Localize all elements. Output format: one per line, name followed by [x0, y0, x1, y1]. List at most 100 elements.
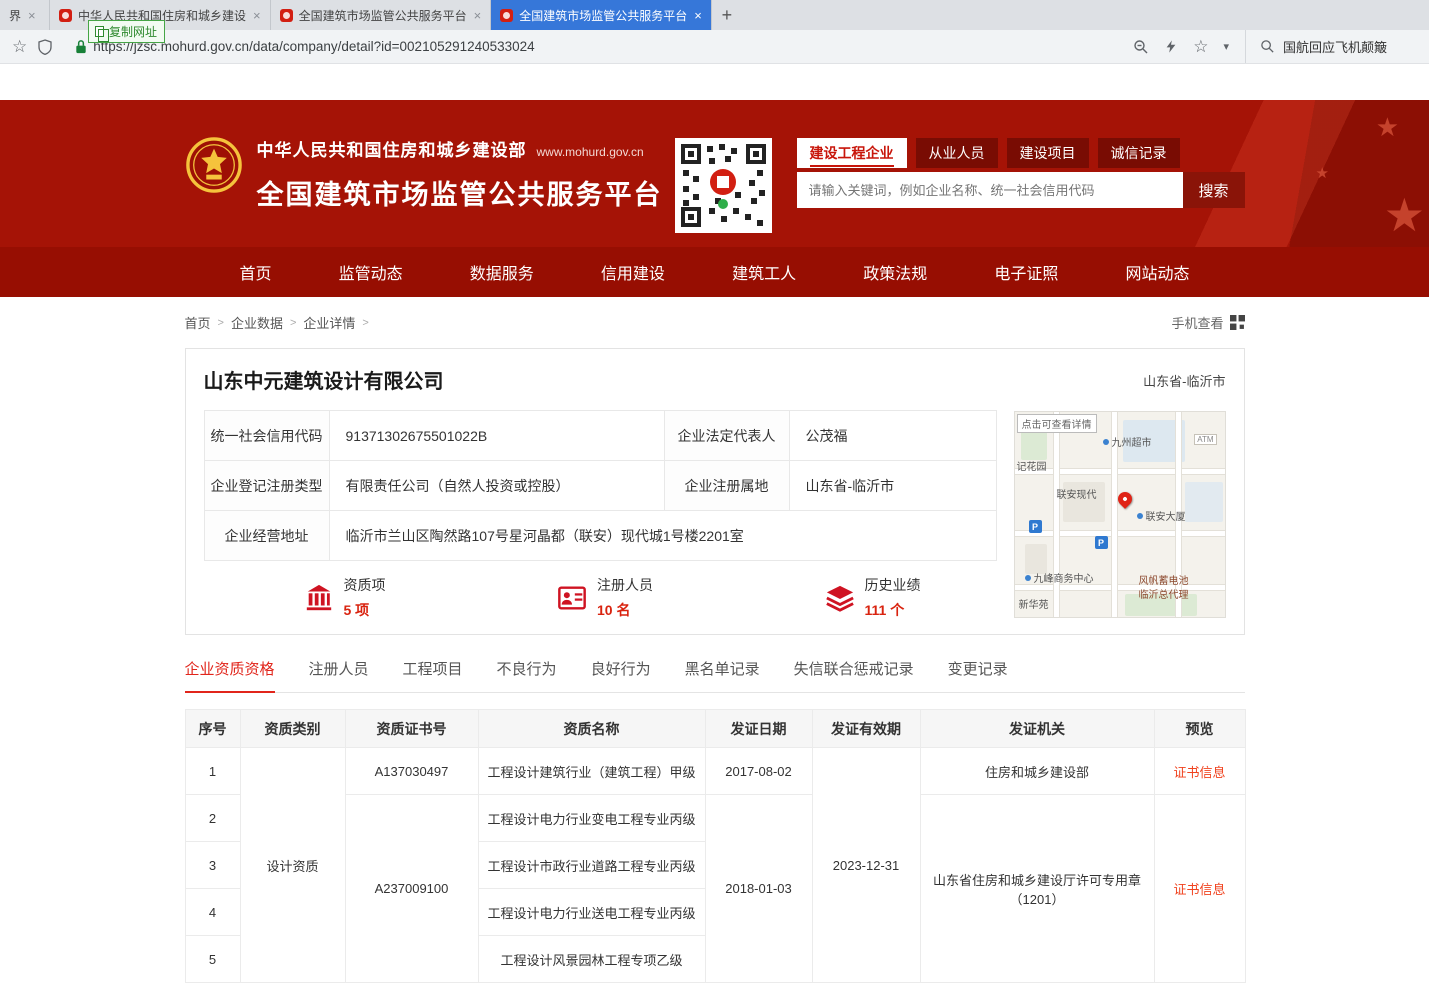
- map-tooltip: 点击可查看详情: [1017, 414, 1097, 433]
- lightning-icon[interactable]: [1164, 39, 1178, 54]
- breadcrumb-home[interactable]: 首页: [185, 313, 211, 332]
- search-button[interactable]: 搜索: [1183, 172, 1245, 208]
- stat-label: 历史业绩: [865, 575, 921, 595]
- col-header: 预览: [1154, 710, 1245, 748]
- col-header: 发证机关: [920, 710, 1154, 748]
- col-header: 资质类别: [240, 710, 345, 748]
- credit-code-label: 统一社会信用代码: [204, 411, 329, 461]
- breadcrumb: 首页 > 企业数据 > 企业详情 > 手机查看: [185, 313, 1245, 332]
- col-header: 资质名称: [478, 710, 705, 748]
- map-poi-label: 九州超市: [1103, 434, 1152, 449]
- tab-close-icon[interactable]: ×: [253, 8, 261, 23]
- page-top-gap: [0, 64, 1429, 100]
- stat-qualifications[interactable]: 资质项 5 项: [304, 575, 386, 620]
- stat-registered-personnel[interactable]: 注册人员 10 名: [557, 575, 653, 620]
- browser-tab-partial[interactable]: 界 ×: [0, 0, 50, 30]
- ministry-name: 中华人民共和国住房和城乡建设部: [257, 136, 527, 161]
- search-icon: [1260, 39, 1275, 54]
- address-value: 临沂市兰山区陶然路107号星河晶都（联安）现代城1号楼2201室: [329, 511, 996, 561]
- tab-close-icon[interactable]: ×: [694, 8, 702, 23]
- nav-item-e-license[interactable]: 电子证照: [994, 260, 1058, 284]
- tab-dishonesty-records[interactable]: 失信联合惩戒记录: [794, 658, 914, 692]
- col-header: 发证有效期: [812, 710, 920, 748]
- tab-close-icon[interactable]: ×: [28, 8, 36, 23]
- address-bar: ☆ https://jzsc.mohurd.gov.cn/data/compan…: [0, 30, 1429, 64]
- col-header: 资质证书号: [345, 710, 478, 748]
- nav-item-supervision[interactable]: 监管动态: [339, 260, 403, 284]
- stat-value: 10 名: [597, 600, 653, 620]
- qr-grid-icon: [1230, 315, 1245, 330]
- favorite-star-icon[interactable]: ☆: [1193, 38, 1208, 55]
- tab-good-behavior[interactable]: 良好行为: [591, 658, 651, 692]
- copy-url-tooltip[interactable]: 复制网址: [88, 20, 165, 43]
- tab-bad-behavior[interactable]: 不良行为: [497, 658, 557, 692]
- tab-qualifications[interactable]: 企业资质资格: [185, 658, 275, 693]
- nav-item-credit[interactable]: 信用建设: [601, 260, 665, 284]
- map-atm-label: ATM: [1194, 434, 1216, 445]
- mobile-view-button[interactable]: 手机查看: [1171, 313, 1244, 332]
- tab-blacklist[interactable]: 黑名单记录: [685, 658, 760, 692]
- search-tab-personnel[interactable]: 从业人员: [916, 138, 998, 168]
- tab-registered-personnel[interactable]: 注册人员: [309, 658, 369, 692]
- legal-rep-label: 企业法定代表人: [664, 411, 789, 461]
- tab-projects[interactable]: 工程项目: [403, 658, 463, 692]
- browser-tab-jzsc-1[interactable]: 全国建筑市场监管公共服务平台 ×: [271, 0, 492, 30]
- detail-tabs: 企业资质资格 注册人员 工程项目 不良行为 良好行为 黑名单记录 失信联合惩戒记…: [185, 658, 1245, 693]
- mobile-view-label: 手机查看: [1171, 313, 1223, 332]
- map-pin-icon: [1115, 489, 1135, 509]
- keyword-search-input[interactable]: [797, 172, 1183, 208]
- map-poi-label: 记花园: [1017, 458, 1047, 473]
- company-name: 山东中元建筑设计有限公司: [204, 365, 444, 394]
- nav-item-data-service[interactable]: 数据服务: [470, 260, 534, 284]
- qr-code: [675, 138, 772, 233]
- site-favicon-icon: [280, 9, 293, 22]
- bookmark-star-icon[interactable]: ☆: [12, 38, 27, 55]
- stat-label: 资质项: [344, 575, 386, 595]
- url-box[interactable]: https://jzsc.mohurd.gov.cn/data/company/…: [75, 39, 1123, 54]
- tab-change-records[interactable]: 变更记录: [948, 658, 1008, 692]
- site-favicon-icon: [59, 9, 72, 22]
- nav-item-workers[interactable]: 建筑工人: [732, 260, 796, 284]
- zoom-out-icon[interactable]: [1133, 39, 1149, 55]
- national-emblem-icon: [185, 136, 243, 199]
- search-tab-credit[interactable]: 诚信记录: [1098, 138, 1180, 168]
- page: 界 × 中华人民共和国住房和城乡建设 × 全国建筑市场监管公共服务平台 × 全国…: [0, 0, 1429, 996]
- map-building-block: [1185, 482, 1223, 522]
- tab-close-icon[interactable]: ×: [474, 8, 482, 23]
- map-road: [1053, 412, 1060, 617]
- search-tab-project[interactable]: 建设项目: [1007, 138, 1089, 168]
- address-bar-actions: ☆ ▾: [1133, 38, 1229, 55]
- tab-title: 全国建筑市场监管公共服务平台: [299, 7, 467, 24]
- search-tab-enterprise[interactable]: 建设工程企业: [797, 138, 907, 168]
- company-region: 山东省-临沂市: [1143, 371, 1225, 390]
- main-nav: 首页 监管动态 数据服务 信用建设 建筑工人 政策法规 电子证照 网站动态: [0, 247, 1429, 297]
- cell-authority: 山东省住房和城乡建设厅许可专用章 （1201）: [920, 795, 1154, 983]
- col-header: 序号: [185, 710, 240, 748]
- cell-no: 1: [185, 748, 240, 795]
- table-row: 1 设计资质 A137030497 工程设计建筑行业（建筑工程）甲级 2017-…: [185, 748, 1245, 795]
- nav-item-home[interactable]: 首页: [240, 260, 272, 284]
- map-panel[interactable]: 点击可查看详情 九州超市 ATM 记花园 联安现代 联安大厦 九峰商务中心: [1014, 411, 1226, 618]
- breadcrumb-company-data[interactable]: 企业数据: [231, 313, 283, 332]
- nav-item-site-news[interactable]: 网站动态: [1125, 260, 1189, 284]
- nav-item-policy[interactable]: 政策法规: [863, 260, 927, 284]
- reg-region-value: 山东省-临沂市: [789, 461, 996, 511]
- certificate-info-link[interactable]: 证书信息: [1173, 765, 1225, 780]
- col-header: 发证日期: [705, 710, 812, 748]
- reg-region-label: 企业注册属地: [664, 461, 789, 511]
- cell-valid-until: 2023-12-31: [812, 748, 920, 983]
- browser-tab-active[interactable]: 全国建筑市场监管公共服务平台 ×: [491, 0, 712, 30]
- shield-icon[interactable]: [37, 39, 53, 55]
- certificate-info-link[interactable]: 证书信息: [1173, 882, 1225, 897]
- map-poi-label: 联安大厦: [1137, 508, 1186, 523]
- map-poi-label: 风帆蓄电池 临沂总代理: [1139, 576, 1189, 602]
- site-header: ★ ★ ★ 中华人民共和国住房和城乡建设部 www.mohurd.gov.cn: [0, 100, 1429, 247]
- layers-icon: [825, 583, 855, 613]
- badge-icon: [557, 583, 587, 613]
- stat-history-performance[interactable]: 历史业绩 111 个: [825, 575, 921, 620]
- table-header-row: 序号 资质类别 资质证书号 资质名称 发证日期 发证有效期 发证机关 预览: [185, 710, 1245, 748]
- tab-title: 全国建筑市场监管公共服务平台: [519, 7, 687, 24]
- browser-search-box[interactable]: 国航回应飞机颠簸: [1245, 30, 1417, 63]
- new-tab-button[interactable]: +: [712, 0, 742, 30]
- chevron-down-icon[interactable]: ▾: [1223, 40, 1229, 53]
